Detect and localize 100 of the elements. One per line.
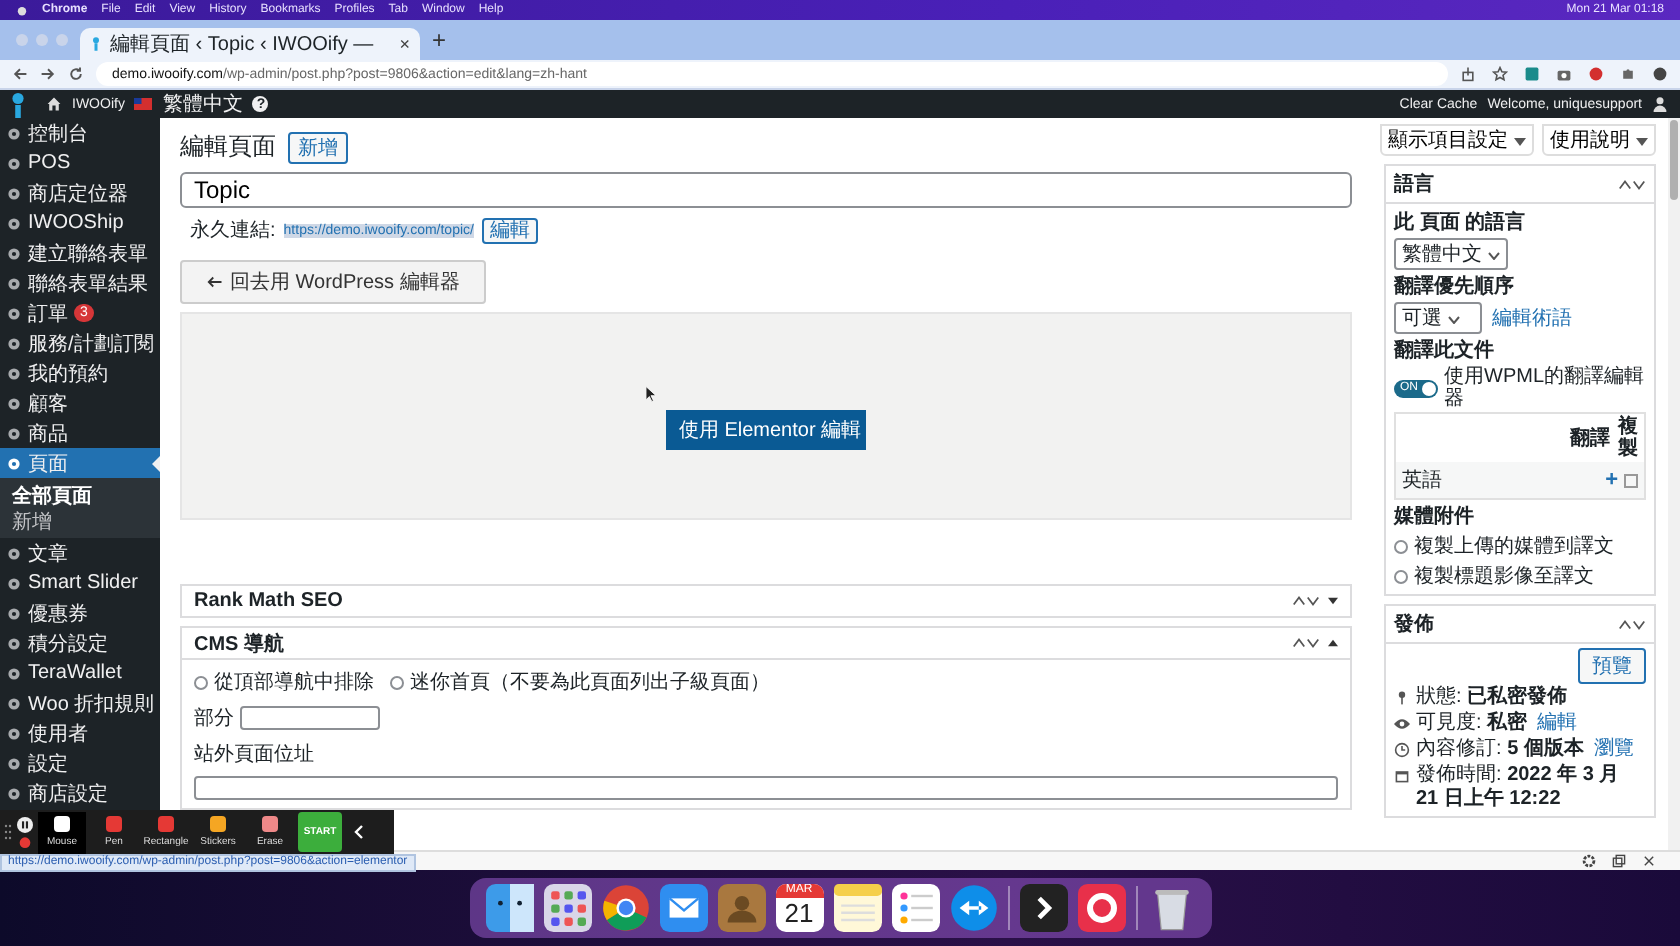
home-icon (46, 96, 62, 112)
share-icon[interactable] (1460, 66, 1476, 82)
edit-terms-link[interactable]: 編輯術語 (1492, 304, 1572, 332)
calendar-icon (1394, 768, 1410, 784)
up-down-icon[interactable] (1618, 617, 1646, 631)
sidebar-item[interactable]: 控制台 (0, 118, 160, 148)
duplicate-checkbox[interactable] (1624, 473, 1638, 487)
priority-select[interactable]: 可選 (1394, 302, 1482, 334)
sidebar-item[interactable]: TeraWallet (0, 658, 160, 688)
scrollbar[interactable] (1668, 118, 1680, 850)
chevron-down-icon (1488, 252, 1500, 260)
grip-icon[interactable] (4, 824, 12, 840)
elementor-button[interactable]: 使用 Elementor 編輯 (666, 410, 866, 450)
permalink-label: 永久連結: (190, 217, 276, 244)
sidebar-item[interactable]: 文章 (0, 538, 160, 568)
left-arrow-icon (206, 276, 222, 288)
language-cell-text: 英語 (1402, 467, 1444, 494)
sidebar-item[interactable]: 頁面 (0, 448, 160, 478)
envelope-icon[interactable] (659, 884, 707, 932)
caret-icon (1636, 138, 1648, 146)
edit-permalink-button[interactable]: 編輯 (481, 217, 538, 243)
sidebar-item[interactable]: Woo 折扣規則 (0, 688, 160, 718)
pause-icon[interactable] (16, 816, 34, 848)
screen-options-button[interactable]: 顯示項目設定 (1380, 124, 1534, 156)
extension-icon[interactable] (1588, 66, 1604, 82)
box-title: Rank Math SEO (194, 590, 343, 612)
collapse-icon[interactable] (1328, 638, 1338, 648)
sidebar-item[interactable]: 使用者 (0, 718, 160, 748)
radio-option[interactable]: 複製標題影像至譯文 (1394, 562, 1594, 590)
radio-option[interactable]: 從頂部導航中排除 (194, 668, 374, 696)
extension-icon[interactable] (1524, 66, 1540, 82)
browser-tab[interactable]: 編輯頁面 ‹ Topic ‹ IWOOify — × (80, 28, 420, 60)
preview-button[interactable]: 預覽 (1578, 648, 1646, 684)
notepad-icon[interactable] (833, 884, 881, 932)
title-field[interactable]: Topic (180, 172, 1352, 208)
up-down-icon[interactable] (1292, 636, 1320, 650)
reload-icon[interactable] (68, 66, 84, 82)
sidebar-item[interactable]: POS (0, 148, 160, 178)
screen-options-button[interactable]: 使用說明 (1542, 124, 1656, 156)
tab-title: 編輯頁面 ‹ Topic ‹ IWOOify — (110, 32, 376, 58)
radio-option[interactable]: 複製上傳的媒體到譯文 (1394, 532, 1614, 560)
checklist-icon[interactable] (891, 884, 939, 932)
sidebar-item[interactable]: 服務/計劃訂閱 (0, 328, 160, 358)
field-label: 翻譯此文件 (1394, 337, 1494, 364)
field-label: 媒體附件 (1394, 503, 1474, 530)
camera-icon[interactable] (1556, 66, 1572, 82)
edit-visibility-link[interactable]: 編輯 (1537, 712, 1578, 736)
sidebar-item[interactable]: 我的預約 (0, 358, 160, 388)
new-tab-button[interactable]: + (432, 26, 447, 54)
sidebar-item[interactable]: 商店定位器 (0, 178, 160, 208)
sidebar-item[interactable]: 商品 (0, 418, 160, 448)
chevron-left-icon[interactable] (354, 824, 364, 840)
language-switcher[interactable]: 繁體中文 (162, 90, 243, 118)
back-icon[interactable] (12, 66, 28, 82)
eye-icon (1394, 716, 1410, 732)
sidebar-item[interactable]: 建立聯絡表單 (0, 238, 160, 268)
panel-title: 發佈 (1394, 611, 1434, 638)
sidebar-item[interactable]: Smart Slider (0, 568, 160, 598)
expand-icon[interactable] (1328, 596, 1338, 606)
back-to-editor-button[interactable]: 回去用 WordPress 編輯器 (180, 260, 486, 304)
sidebar-item[interactable]: 設定 (0, 748, 160, 778)
grid-icon[interactable] (543, 884, 591, 932)
settings-icon[interactable] (1582, 854, 1596, 868)
add-translation-button[interactable]: + (1605, 468, 1618, 492)
language-select[interactable]: 繁體中文 (1394, 238, 1508, 270)
toggle-label: 使用WPML的翻譯編輯器 (1444, 366, 1646, 410)
window-icon[interactable] (1612, 854, 1626, 868)
status-text: 狀態: 已私密發佈 (1416, 686, 1568, 710)
radio-option[interactable]: 迷你首頁（不要為此頁面列出子級頁面） (390, 668, 770, 696)
visibility-text: 可見度: 私密 (1416, 712, 1528, 736)
caret-icon (1514, 138, 1526, 146)
add-new-button[interactable]: 新增 (288, 131, 348, 163)
sidebar-item[interactable]: 聯絡表單結果 (0, 268, 160, 298)
sidebar-item[interactable]: 優惠券 (0, 598, 160, 628)
mouse-cursor (646, 386, 656, 402)
finder-icon[interactable] (485, 884, 533, 932)
up-down-icon[interactable] (1618, 177, 1646, 191)
forward-icon[interactable] (40, 66, 56, 82)
offsite-url-field[interactable] (194, 776, 1338, 800)
page-heading: 編輯頁面 (180, 130, 276, 164)
section-field[interactable] (240, 706, 380, 730)
sidebar-item[interactable]: 商店設定 (0, 778, 160, 808)
terminal-icon[interactable] (1019, 884, 1067, 932)
tab-close-button[interactable]: × (399, 34, 410, 54)
star-icon[interactable] (1492, 66, 1508, 82)
close-icon[interactable] (1642, 854, 1656, 868)
browser-icon[interactable] (601, 884, 649, 932)
sidebar-item[interactable]: 積分設定 (0, 628, 160, 658)
field-label: 翻譯優先順序 (1394, 272, 1514, 300)
submenu-item[interactable]: 新增 (0, 508, 160, 534)
up-down-icon[interactable] (1292, 594, 1320, 608)
browse-revisions-link[interactable]: 瀏覽 (1593, 738, 1634, 762)
sidebar-item[interactable]: 顧客 (0, 388, 160, 418)
user-icon[interactable] (1652, 96, 1668, 112)
sidebar-item[interactable]: IWOOShip (0, 208, 160, 238)
submenu-item[interactable]: 全部頁面 (0, 482, 160, 508)
field-label: 此 頁面 的語言 (1394, 208, 1526, 236)
history-icon (1394, 742, 1410, 758)
publish-date-text: 發佈時間: 2022 年 3 月 21 日上午 12:22 (1416, 764, 1622, 812)
panel-title: 語言 (1394, 170, 1434, 198)
